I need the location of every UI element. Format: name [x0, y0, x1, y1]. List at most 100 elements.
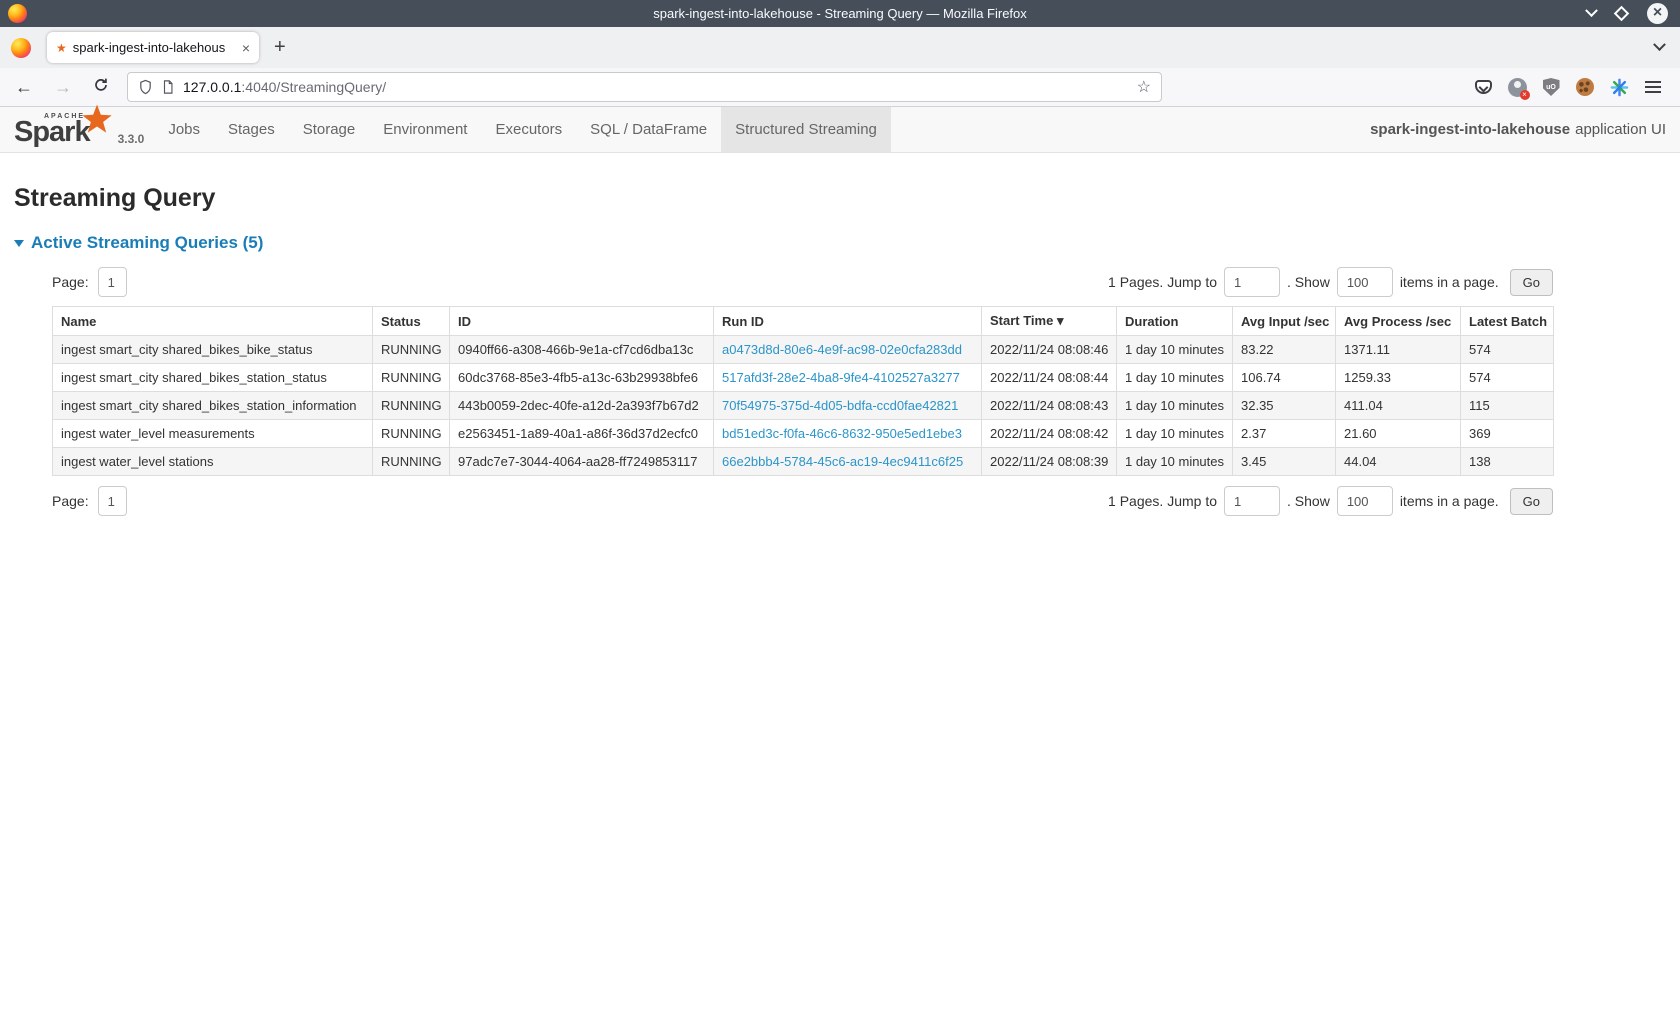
cell-run-id: bd51ed3c-f0fa-46c6-8632-950e5ed1ebe3 [714, 420, 982, 448]
spark-logo[interactable]: APACHE Spark 3.3.0 [0, 107, 144, 152]
cell-duration: 1 day 10 minutes [1117, 364, 1233, 392]
cell-run-id: 517afd3f-28e2-4ba8-9fe4-4102527a3277 [714, 364, 982, 392]
col-run-id: Run ID [714, 307, 982, 336]
account-extension-icon[interactable] [1507, 77, 1527, 97]
window-controls: × [1587, 3, 1680, 24]
cell-id: 443b0059-2dec-40fe-a12d-2a393f7b67d2 [450, 392, 714, 420]
cell-avg-process: 21.60 [1336, 420, 1461, 448]
nav-stages[interactable]: Stages [214, 107, 289, 152]
page-title: Streaming Query [14, 184, 1666, 213]
nav-sql-dataframe[interactable]: SQL / DataFrame [576, 107, 721, 152]
new-tab-button[interactable]: + [274, 36, 286, 59]
active-queries-section-header[interactable]: Active Streaming Queries (5) [14, 233, 1666, 253]
run-id-link[interactable]: bd51ed3c-f0fa-46c6-8632-950e5ed1ebe3 [722, 426, 962, 441]
cell-start-time: 2022/11/24 08:08:44 [982, 364, 1117, 392]
spark-brand: Spark [14, 116, 90, 148]
cell-avg-process: 411.04 [1336, 392, 1461, 420]
col-avg-input: Avg Input /sec [1233, 307, 1336, 336]
url-bar[interactable]: 127.0.0.1:4040/StreamingQuery/ ☆ [127, 72, 1162, 102]
cell-start-time: 2022/11/24 08:08:39 [982, 448, 1117, 476]
cell-duration: 1 day 10 minutes [1117, 420, 1233, 448]
window-titlebar: spark-ingest-into-lakehouse - Streaming … [0, 0, 1680, 27]
menu-icon[interactable] [1643, 77, 1663, 97]
cell-latest-batch: 115 [1461, 392, 1554, 420]
page-number-input[interactable] [98, 267, 127, 297]
cell-latest-batch: 369 [1461, 420, 1554, 448]
cell-duration: 1 day 10 minutes [1117, 336, 1233, 364]
minimize-icon[interactable] [1585, 4, 1598, 17]
col-start-time[interactable]: Start Time ▾ [982, 307, 1117, 336]
spark-nav: Jobs Stages Storage Environment Executor… [154, 107, 891, 152]
items-text: items in a page. [1400, 274, 1499, 290]
page-number-input[interactable] [98, 486, 127, 516]
page-info-icon[interactable] [161, 79, 175, 95]
cookie-extension-icon[interactable] [1575, 77, 1595, 97]
nav-jobs[interactable]: Jobs [154, 107, 214, 152]
window-title: spark-ingest-into-lakehouse - Streaming … [653, 6, 1027, 21]
jump-to-input[interactable] [1224, 267, 1280, 297]
cell-id: 0940ff66-a308-466b-9e1a-cf7cd6dba13c [450, 336, 714, 364]
table-row: ingest smart_city shared_bikes_station_s… [53, 364, 1554, 392]
streaming-queries-table: Name Status ID Run ID Start Time ▾ Durat… [52, 306, 1554, 476]
forward-button[interactable]: → [54, 77, 72, 98]
go-button[interactable]: Go [1510, 488, 1553, 515]
cell-latest-batch: 138 [1461, 448, 1554, 476]
run-id-link[interactable]: 70f54975-375d-4d05-bdfa-ccd0fae42821 [722, 398, 958, 413]
nav-environment[interactable]: Environment [369, 107, 481, 152]
reload-button[interactable] [93, 77, 109, 98]
nav-structured-streaming[interactable]: Structured Streaming [721, 107, 891, 152]
cell-avg-process: 44.04 [1336, 448, 1461, 476]
cell-avg-process: 1259.33 [1336, 364, 1461, 392]
cell-duration: 1 day 10 minutes [1117, 392, 1233, 420]
col-id: ID [450, 307, 714, 336]
table-row: ingest water_level measurements RUNNING … [53, 420, 1554, 448]
cell-duration: 1 day 10 minutes [1117, 448, 1233, 476]
close-window-icon[interactable]: × [1647, 3, 1668, 24]
shield-icon[interactable] [138, 79, 153, 95]
cell-run-id: 66e2bbb4-5784-45c6-ac19-4ec9411c6f25 [714, 448, 982, 476]
items-per-page-input[interactable] [1337, 267, 1393, 297]
pages-text: 1 Pages. Jump to [1108, 493, 1217, 509]
pocket-icon[interactable] [1473, 77, 1493, 97]
firefox-logo-icon [8, 4, 27, 23]
url-text[interactable]: 127.0.0.1:4040/StreamingQuery/ [183, 79, 1129, 95]
sparkle-extension-icon[interactable] [1609, 77, 1629, 97]
cell-latest-batch: 574 [1461, 364, 1554, 392]
spark-favicon-icon: ★ [56, 41, 67, 55]
cell-run-id: 70f54975-375d-4d05-bdfa-ccd0fae42821 [714, 392, 982, 420]
bookmark-star-icon[interactable]: ☆ [1137, 77, 1151, 97]
tab-close-icon[interactable]: × [242, 40, 250, 56]
browser-tab-active[interactable]: ★ spark-ingest-into-lakehous × [47, 32, 259, 63]
run-id-link[interactable]: a0473d8d-80e6-4e9f-ac98-02e0cfa283dd [722, 342, 962, 357]
cell-avg-input: 32.35 [1233, 392, 1336, 420]
pager-controls: 1 Pages. Jump to . Show items in a page.… [1108, 486, 1553, 516]
pager-top: Page: 1 Pages. Jump to . Show items in a… [52, 267, 1553, 297]
ublock-origin-icon[interactable]: uO [1541, 77, 1561, 97]
nav-executors[interactable]: Executors [481, 107, 576, 152]
items-per-page-input[interactable] [1337, 486, 1393, 516]
jump-to-input[interactable] [1224, 486, 1280, 516]
go-button[interactable]: Go [1510, 269, 1553, 296]
firefox-icon [11, 38, 31, 58]
cell-avg-input: 3.45 [1233, 448, 1336, 476]
cell-avg-input: 106.74 [1233, 364, 1336, 392]
run-id-link[interactable]: 517afd3f-28e2-4ba8-9fe4-4102527a3277 [722, 370, 960, 385]
col-name: Name [53, 307, 373, 336]
items-text: items in a page. [1400, 493, 1499, 509]
nav-storage[interactable]: Storage [289, 107, 370, 152]
cell-latest-batch: 574 [1461, 336, 1554, 364]
cell-run-id: a0473d8d-80e6-4e9f-ac98-02e0cfa283dd [714, 336, 982, 364]
list-tabs-chevron-icon[interactable] [1653, 38, 1666, 51]
show-text: . Show [1287, 274, 1330, 290]
page-label: Page: [52, 274, 89, 290]
cell-status: RUNNING [373, 336, 450, 364]
cell-name: ingest water_level measurements [53, 420, 373, 448]
active-queries-section: Page: 1 Pages. Jump to . Show items in a… [52, 267, 1553, 516]
back-button[interactable]: ← [15, 77, 33, 98]
maximize-icon[interactable] [1614, 6, 1630, 22]
cell-status: RUNNING [373, 448, 450, 476]
table-header-row: Name Status ID Run ID Start Time ▾ Durat… [53, 307, 1554, 336]
run-id-link[interactable]: 66e2bbb4-5784-45c6-ac19-4ec9411c6f25 [722, 454, 963, 469]
spark-version: 3.3.0 [118, 132, 145, 146]
pages-text: 1 Pages. Jump to [1108, 274, 1217, 290]
